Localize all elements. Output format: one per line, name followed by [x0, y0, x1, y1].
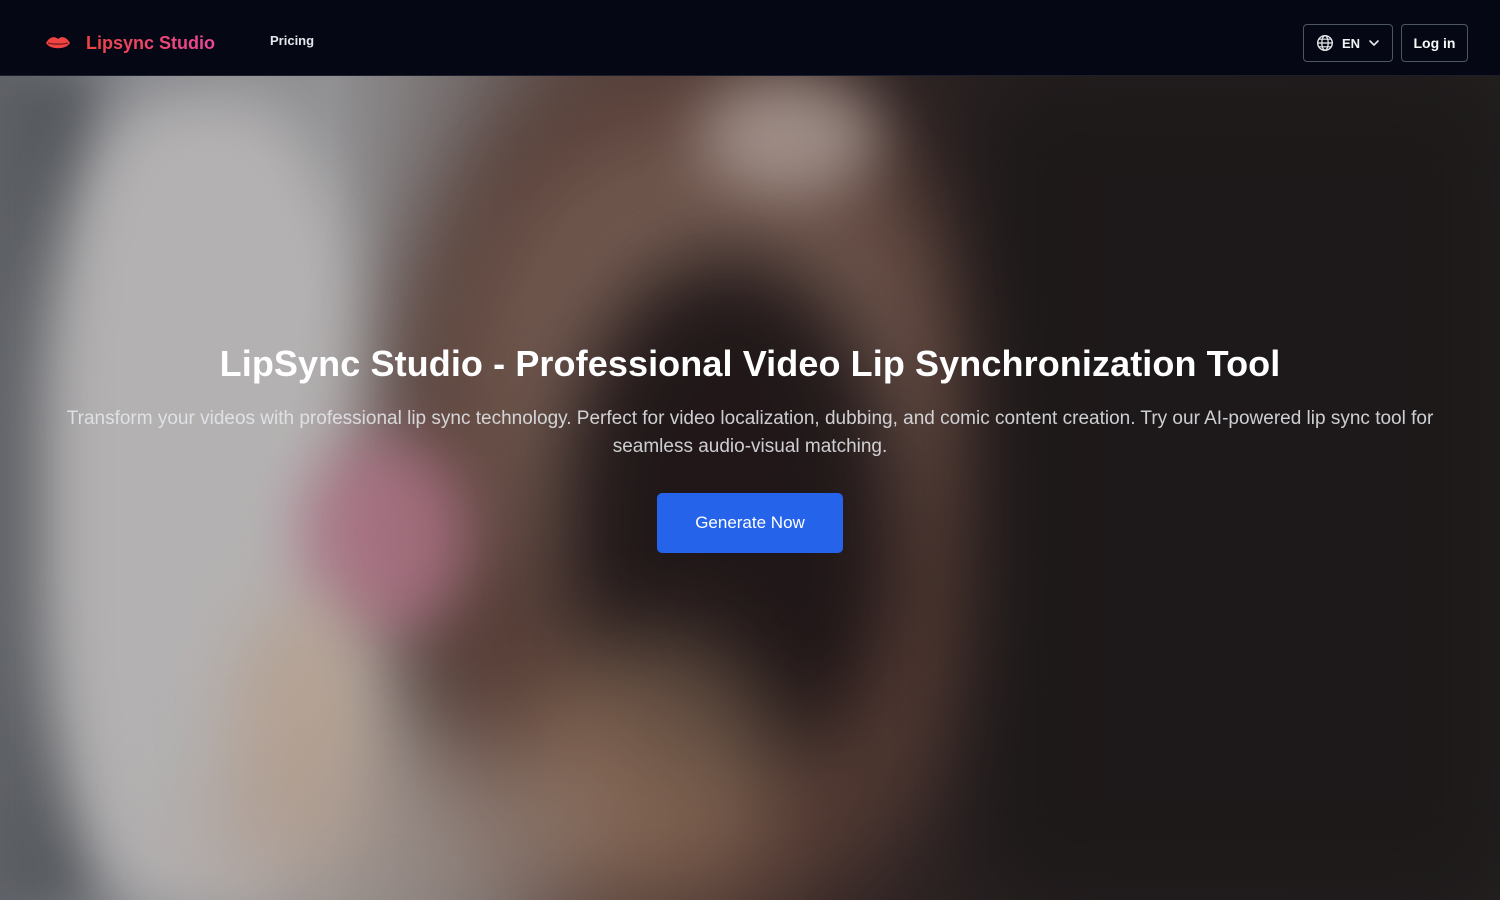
landing-page: Lipsync Studio Pricing EN Log in LipSync…	[0, 0, 1500, 900]
nav-link-pricing[interactable]: Pricing	[270, 33, 314, 48]
login-button[interactable]: Log in	[1401, 24, 1468, 62]
hero-section: LipSync Studio - Professional Video Lip …	[0, 330, 1500, 553]
lips-icon	[46, 37, 70, 49]
brand-name: Lipsync Studio	[86, 32, 216, 53]
generate-now-button[interactable]: Generate Now	[657, 493, 843, 553]
top-navbar: Lipsync Studio Pricing EN Log in	[0, 0, 1500, 76]
hero-title: LipSync Studio - Professional Video Lip …	[219, 343, 1281, 384]
chevron-down-icon	[1369, 40, 1379, 46]
brand-logo-link[interactable]: Lipsync Studio	[44, 29, 215, 57]
language-selector[interactable]: EN	[1303, 24, 1393, 62]
hero-subtitle: Transform your videos with professional …	[66, 408, 1434, 457]
globe-icon	[1316, 34, 1333, 52]
language-label: EN	[1341, 35, 1361, 51]
